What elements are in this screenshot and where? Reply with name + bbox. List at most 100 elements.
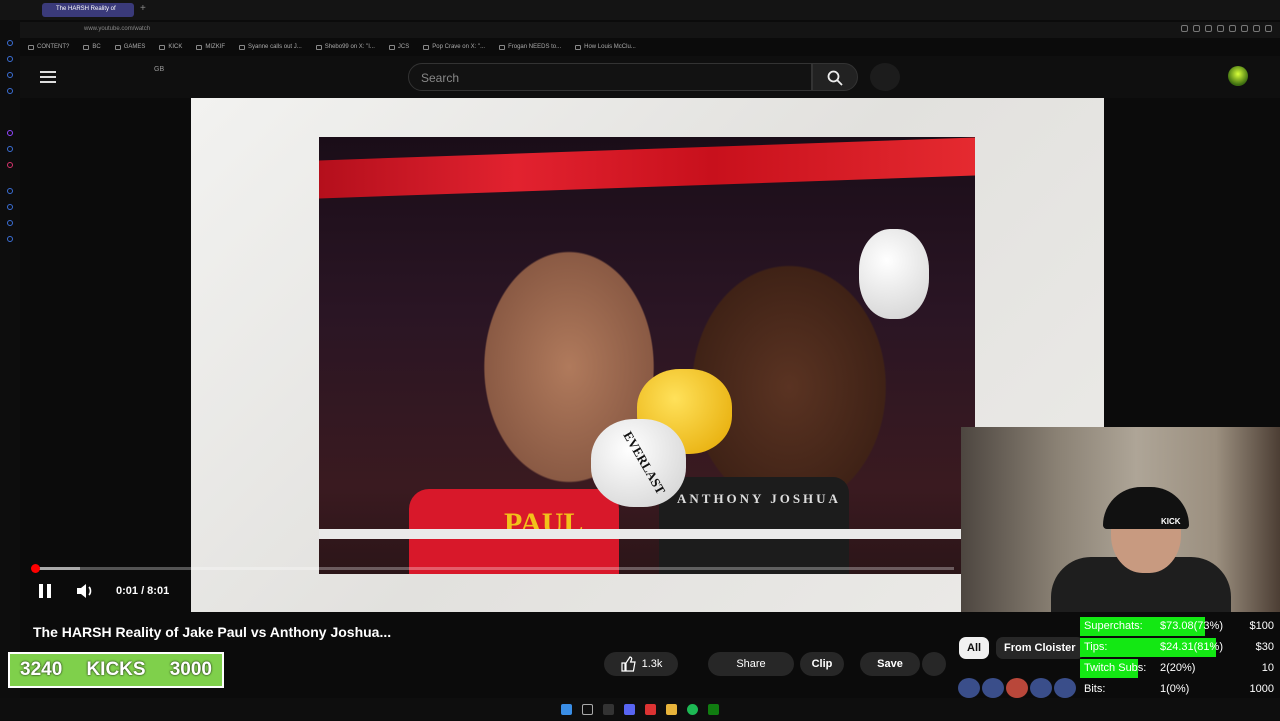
- browser-tab-bar: The HARSH Reality of +: [0, 0, 1280, 20]
- progress-bar[interactable]: [34, 567, 954, 570]
- ring-banner: [319, 137, 975, 199]
- search-input[interactable]: Search: [408, 63, 812, 91]
- goal-label: Bits:: [1084, 683, 1106, 695]
- search-button[interactable]: [812, 63, 858, 91]
- goal-value: 1(0%): [1160, 683, 1190, 695]
- goal-label: Twitch Subs:: [1084, 662, 1147, 674]
- goal-value: $73.08(73%): [1160, 620, 1223, 632]
- bookmark-folder-icon: [315, 44, 322, 50]
- bookmark-item[interactable]: GAMES: [114, 44, 146, 50]
- bookmark-item[interactable]: Shebo99 on X: "I...: [315, 44, 375, 50]
- search-icon: [827, 70, 843, 86]
- bookmark-item[interactable]: KICK: [159, 44, 182, 50]
- bookmark-icon[interactable]: [1205, 25, 1212, 32]
- emote-icon: [1054, 678, 1076, 698]
- bookmark-item[interactable]: BC: [83, 44, 101, 50]
- share-button[interactable]: Share: [708, 652, 794, 676]
- new-tab-button[interactable]: +: [140, 3, 146, 14]
- translate-icon[interactable]: [1193, 25, 1200, 32]
- sidebar-icon[interactable]: [7, 220, 13, 226]
- bookmark-item[interactable]: MIZKIF: [196, 44, 225, 50]
- sidebar-icon[interactable]: [7, 188, 13, 194]
- bookmark-label: MIZKIF: [205, 44, 226, 50]
- progress-scrubber[interactable]: [31, 564, 40, 573]
- settings-icon[interactable]: [7, 236, 13, 242]
- menu-icon[interactable]: [1265, 25, 1272, 32]
- bookmark-label: GAMES: [123, 44, 146, 50]
- chip-all[interactable]: All: [959, 637, 990, 659]
- xbox-icon[interactable]: [708, 703, 719, 715]
- save-button[interactable]: Save: [860, 652, 920, 676]
- bookmark-item[interactable]: Frogan NEEDS to...: [499, 44, 561, 50]
- sidebar-icon[interactable]: [7, 72, 13, 78]
- bookmark-item[interactable]: Syanne calls out J...: [239, 44, 302, 50]
- bookmark-folder-icon: [499, 44, 506, 50]
- bookmark-label: Frogan NEEDS to...: [508, 44, 562, 50]
- time-display: 0:01 / 8:01: [116, 585, 170, 597]
- ring-ropes: [319, 529, 975, 539]
- search-icon[interactable]: [582, 703, 593, 715]
- messenger-icon[interactable]: [7, 146, 13, 152]
- pause-icon[interactable]: [38, 584, 52, 598]
- video-frame-image: PAUL ANTHONY JOSHUA EVERLAST: [319, 137, 975, 574]
- bookmark-folder-icon: [159, 44, 166, 50]
- hamburger-menu-icon[interactable]: [40, 71, 56, 83]
- avatar[interactable]: [1228, 66, 1248, 86]
- folder-icon[interactable]: [666, 703, 677, 715]
- goal-target: 1000: [1249, 683, 1274, 695]
- address-bar[interactable]: www.youtube.com/watch: [20, 22, 1280, 38]
- bookmark-folder-icon: [388, 44, 395, 50]
- bookmark-label: Shebo99 on X: "I...: [324, 44, 375, 50]
- chip-from-channel[interactable]: From Cloister: [996, 637, 1084, 659]
- sidebar-icon[interactable]: [7, 56, 13, 62]
- discord-icon[interactable]: [624, 703, 635, 715]
- sidebar-icon[interactable]: [7, 40, 13, 46]
- heart-icon[interactable]: [1241, 25, 1248, 32]
- goal-target: 10: [1261, 662, 1274, 674]
- clip-label: Clip: [811, 658, 833, 670]
- bookmark-label: BC: [92, 44, 101, 50]
- windows-start-icon[interactable]: [561, 703, 572, 715]
- instagram-icon[interactable]: [7, 162, 13, 168]
- taskview-icon[interactable]: [603, 703, 614, 715]
- kicks-goal: 3000: [169, 659, 212, 680]
- more-actions-button[interactable]: [922, 652, 946, 676]
- clip-button[interactable]: Clip: [800, 652, 844, 676]
- bookmark-label: KICK: [168, 44, 183, 50]
- browser-sidebar: [0, 20, 20, 700]
- bookmark-item[interactable]: CONTENT?: [28, 44, 69, 50]
- share-label: Share: [736, 658, 766, 670]
- active-tab[interactable]: The HARSH Reality of: [42, 3, 134, 17]
- bookmark-label: CONTENT?: [37, 44, 70, 50]
- twitch-icon[interactable]: [7, 130, 13, 136]
- sidebar-icon[interactable]: [7, 204, 13, 210]
- goal-value: $24.31(81%): [1160, 641, 1223, 653]
- goal-row: Twitch Subs: 2(20%) 10: [1080, 658, 1280, 679]
- sidebar-icon[interactable]: [7, 88, 13, 94]
- bookmark-item[interactable]: Pop Crave on X: "...: [423, 44, 485, 50]
- download-icon[interactable]: [1253, 25, 1260, 32]
- extensions-icon[interactable]: [1217, 25, 1224, 32]
- voice-search-button[interactable]: [870, 63, 900, 91]
- bookmark-folder-icon: [83, 44, 90, 50]
- chat-emotes: [958, 678, 1076, 698]
- bookmark-item[interactable]: How Louis McClu...: [575, 44, 636, 50]
- goal-row: Tips: $24.31(81%) $30: [1080, 637, 1280, 658]
- bookmark-label: JCS: [397, 44, 410, 50]
- emote-icon: [958, 678, 980, 698]
- volume-icon[interactable]: [76, 583, 94, 604]
- thumbs-up-icon: [620, 656, 636, 672]
- zoom-icon[interactable]: [1181, 25, 1188, 32]
- like-button[interactable]: 1.3k: [604, 652, 678, 676]
- emote-icon: [1030, 678, 1052, 698]
- bookmarks-bar: CONTENT? BC GAMES KICK MIZKIF Syanne calls ou…: [20, 40, 1280, 54]
- browser-icon[interactable]: [645, 703, 656, 715]
- spotify-icon[interactable]: [687, 703, 698, 715]
- bookmark-item[interactable]: JCS: [388, 44, 410, 50]
- goal-target: $30: [1255, 641, 1274, 653]
- goal-row: Superchats: $73.08(73%) $100: [1080, 616, 1280, 637]
- kicks-current: 3240: [20, 659, 63, 680]
- play-icon[interactable]: [1229, 25, 1236, 32]
- streamer-webcam: KICK: [961, 427, 1280, 612]
- bookmark-label: Syanne calls out J...: [248, 44, 302, 50]
